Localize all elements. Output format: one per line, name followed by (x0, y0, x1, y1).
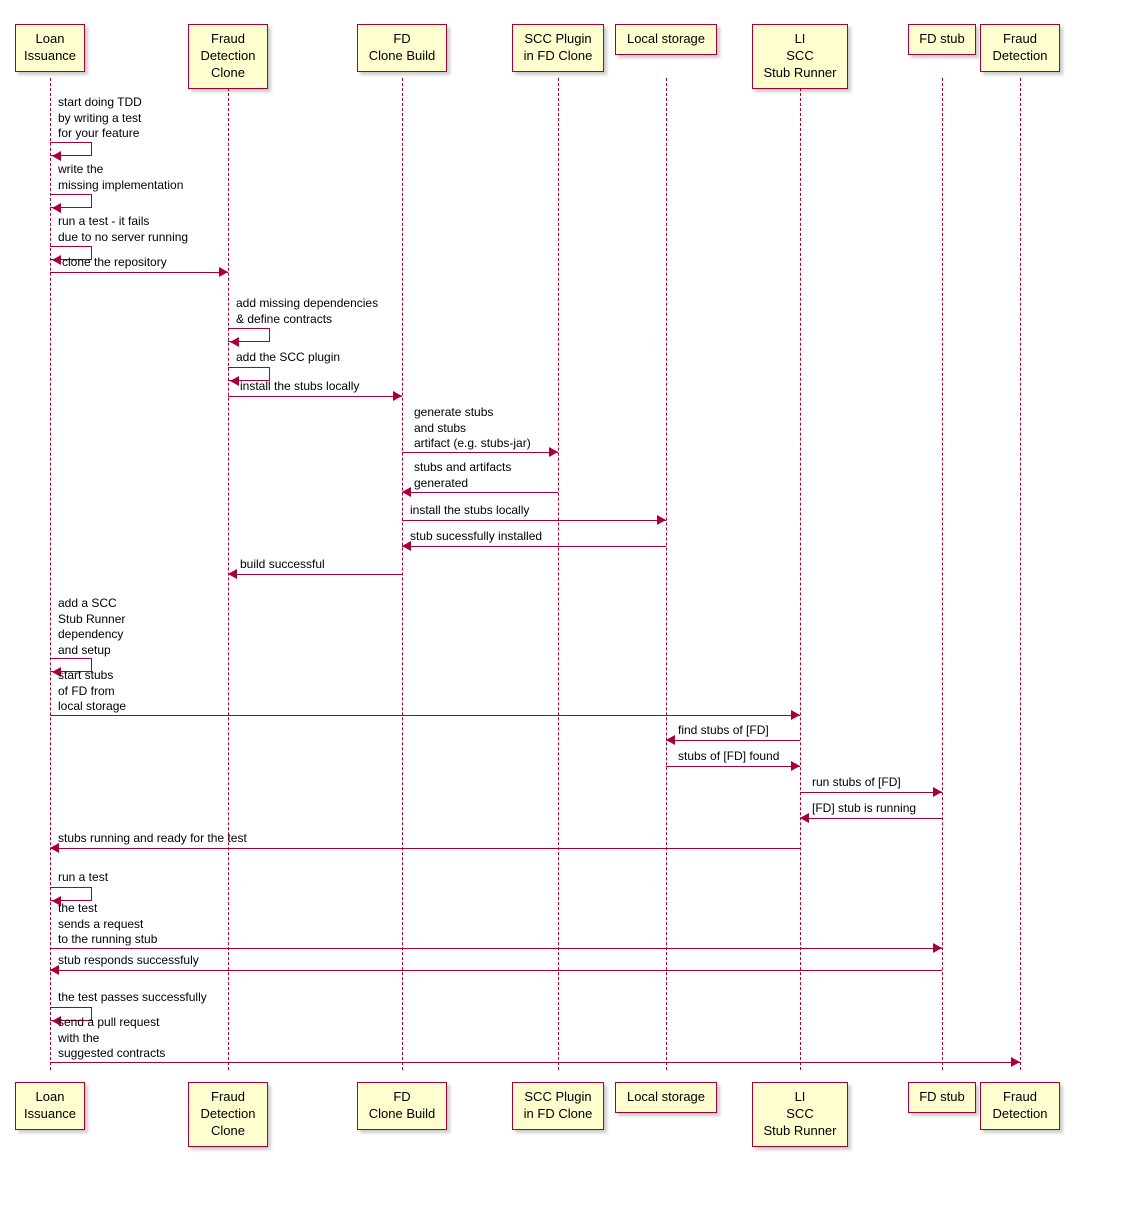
arrow-head (549, 447, 558, 457)
message-label: send a pull request with the suggested c… (58, 1015, 165, 1062)
message-arrow (800, 786, 942, 800)
message-label: generate stubs and stubs artifact (e.g. … (414, 405, 531, 452)
message-label: add missing dependencies & define contra… (236, 296, 378, 327)
participant-bottom-fd-clone-build: FD Clone Build (357, 1082, 447, 1130)
message-label: add the SCC plugin (236, 350, 340, 366)
participant-bottom-li-scc-stub-runner: LI SCC Stub Runner (752, 1082, 848, 1147)
message-arrow (50, 842, 800, 856)
arrow-head (791, 710, 800, 720)
participant-top-fd-clone-build: FD Clone Build (357, 24, 447, 72)
sequence-diagram: Loan Issuance Loan Issuance Fraud Detectio… (10, 10, 1128, 1218)
participant-bottom-loan-issuance: Loan Issuance (15, 1082, 85, 1130)
message-arrow (228, 568, 402, 582)
participant-top-local-storage: Local storage (615, 24, 717, 55)
arrow-head (800, 813, 809, 823)
arrow-head (791, 761, 800, 771)
arrow-head (393, 391, 402, 401)
message-label: write the missing implementation (58, 162, 183, 193)
arrow-head (402, 541, 411, 551)
message-arrow (402, 514, 666, 528)
arrow-head (50, 843, 59, 853)
message-label: the test sends a request to the running … (58, 901, 157, 948)
message-arrow (402, 446, 558, 460)
participant-bottom-scc-plugin-fd-clone: SCC Plugin in FD Clone (512, 1082, 604, 1130)
participant-bottom-local-storage: Local storage (615, 1082, 717, 1113)
lifeline-scc-plugin-fd-clone (558, 78, 559, 1070)
message-arrow (402, 540, 666, 554)
participant-top-scc-plugin-fd-clone: SCC Plugin in FD Clone (512, 24, 604, 72)
lifeline-fd-clone-build (402, 78, 403, 1070)
arrow-head (50, 965, 59, 975)
arrow-head (1011, 1057, 1020, 1067)
message-label: run a test (58, 870, 108, 886)
participant-bottom-fd-stub: FD stub (908, 1082, 976, 1113)
participant-top-fraud-detection: Fraud Detection (980, 24, 1060, 72)
arrow-head (230, 337, 239, 347)
lifeline-fraud-detection (1020, 78, 1021, 1070)
participant-top-loan-issuance: Loan Issuance (15, 24, 85, 72)
arrow-head (219, 267, 228, 277)
message-label: add a SCC Stub Runner dependency and set… (58, 596, 125, 658)
arrow-head (52, 151, 61, 161)
participant-bottom-fraud-detection-clone: Fraud Detection Clone (188, 1082, 268, 1147)
arrow-head (657, 515, 666, 525)
participant-top-fd-stub: FD stub (908, 24, 976, 55)
arrow-head (230, 376, 239, 386)
arrow-head (52, 203, 61, 213)
message-arrow (50, 266, 228, 280)
participant-bottom-fraud-detection: Fraud Detection (980, 1082, 1060, 1130)
arrow-head (933, 787, 942, 797)
arrow-head (402, 487, 411, 497)
arrow-head (52, 255, 61, 265)
arrow-head (228, 569, 237, 579)
lifeline-li-scc-stub-runner (800, 78, 801, 1070)
lifeline-loan-issuance (50, 78, 51, 1070)
message-label: start doing TDD by writing a test for yo… (58, 95, 142, 142)
lifeline-local-storage (666, 78, 667, 1070)
message-arrow (666, 760, 800, 774)
message-label: start stubs of FD from local storage (58, 668, 126, 715)
message-arrow (50, 1056, 1020, 1070)
message-arrow (402, 486, 558, 500)
participant-top-li-scc-stub-runner: LI SCC Stub Runner (752, 24, 848, 89)
message-arrow (228, 390, 402, 404)
arrow-head (933, 943, 942, 953)
arrow-head (666, 735, 675, 745)
message-label: the test passes successfully (58, 990, 207, 1006)
message-arrow (50, 709, 800, 723)
participant-top-fraud-detection-clone: Fraud Detection Clone (188, 24, 268, 89)
message-arrow (800, 812, 942, 826)
message-arrow (50, 964, 942, 978)
message-arrow (666, 734, 800, 748)
lifeline-fd-stub (942, 78, 943, 1070)
message-label: run a test - it fails due to no server r… (58, 214, 188, 245)
